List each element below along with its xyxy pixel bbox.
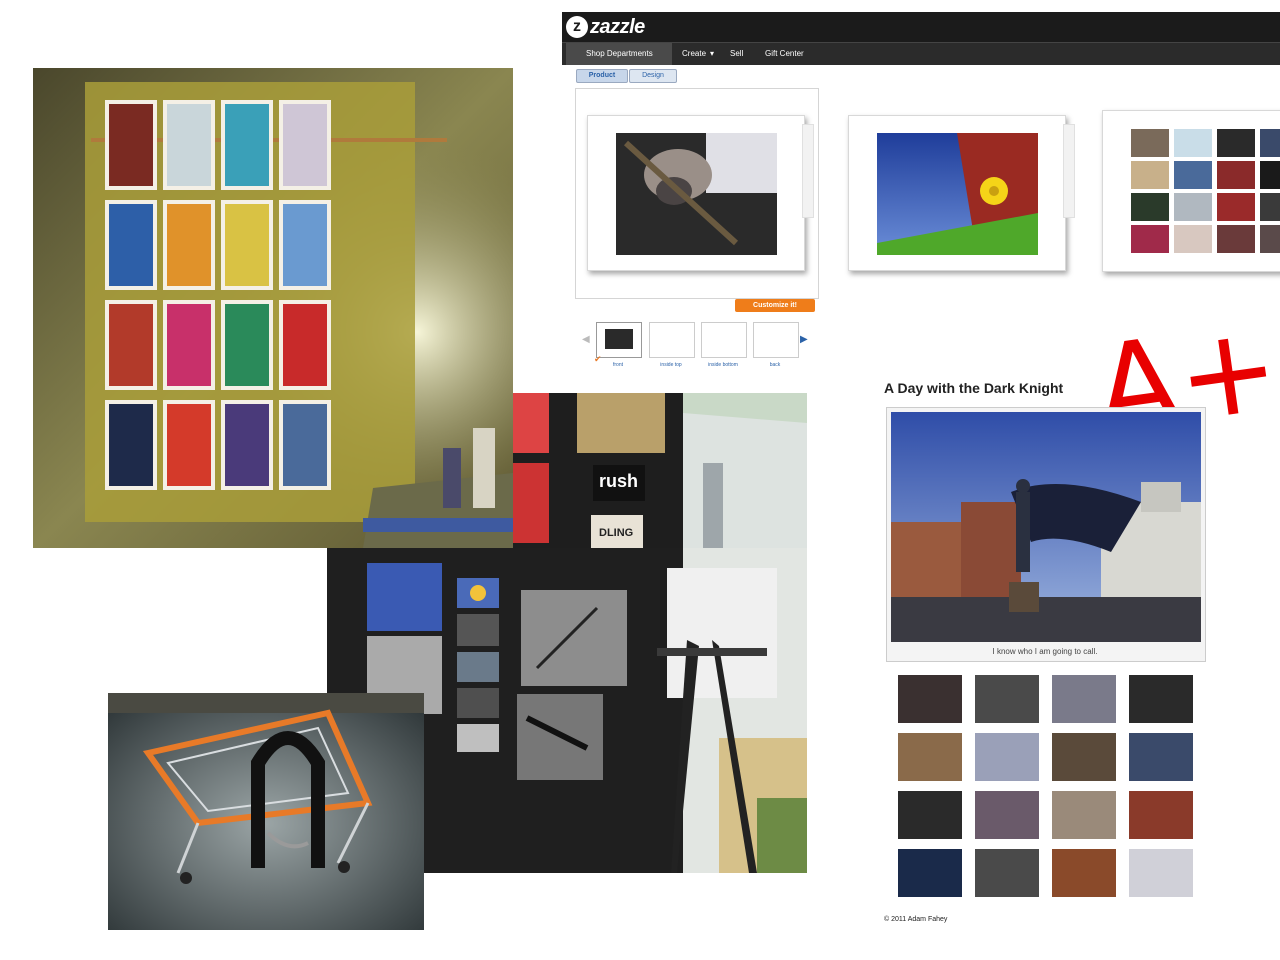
dark-knight-thumbnail[interactable] [898, 849, 962, 897]
framed-print-image [283, 304, 327, 386]
framed-print-image [167, 404, 211, 486]
dark-knight-thumbnail[interactable] [975, 791, 1039, 839]
copyright-notice: © 2011 Adam Fahey [884, 916, 948, 923]
letter-tile [1260, 161, 1280, 189]
dark-knight-thumbnail[interactable] [1052, 733, 1116, 781]
dark-knight-thumbnail[interactable] [1129, 849, 1193, 897]
letter-tile [1174, 161, 1212, 189]
framed-print-image [167, 104, 211, 186]
dark-knight-main-photo[interactable] [886, 407, 1206, 662]
letter-tile [1260, 129, 1280, 157]
shopping-cart-photo [108, 693, 424, 930]
card-flap [1063, 124, 1075, 218]
greeting-card-dog[interactable] [587, 115, 814, 271]
letter-tile [1260, 193, 1280, 221]
letter-tile [1217, 193, 1255, 221]
framed-print-image [109, 204, 153, 286]
dark-knight-thumbnail[interactable] [898, 791, 962, 839]
exhibit-board-photo: rush DLING [513, 393, 807, 550]
preview-label-inside-top: inside top [660, 362, 682, 368]
tab-product[interactable]: Product [576, 69, 628, 83]
dling-text: DLING [599, 527, 634, 539]
dark-knight-title: A Day with the Dark Knight [884, 380, 1064, 396]
preview-label-front: front [612, 362, 623, 368]
dark-knight-thumbnail[interactable] [975, 733, 1039, 781]
framed-print-image [283, 404, 327, 486]
dark-knight-thumbnail[interactable] [1129, 675, 1193, 723]
rush-print: rush [593, 465, 645, 501]
letter-tile [1131, 225, 1169, 253]
zazzle-header: z zazzle [562, 12, 1280, 42]
preview-thumb-inside-bottom[interactable] [701, 322, 747, 358]
nav-create[interactable]: Create [682, 43, 706, 65]
customize-button[interactable]: Customize it! [735, 299, 815, 312]
dark-knight-thumbnail[interactable] [898, 675, 962, 723]
framed-print-image [283, 204, 327, 286]
framed-print-image [109, 404, 153, 486]
dark-knight-thumbnail[interactable] [1129, 791, 1193, 839]
zazzle-nav-bar: Shop Departments Create ▾ Sell Gift Cent… [562, 42, 1280, 65]
nav-shop-departments[interactable]: Shop Departments [566, 43, 672, 65]
zazzle-logo[interactable]: z zazzle [566, 15, 645, 39]
dark-knight-thumbnail[interactable] [898, 733, 962, 781]
framed-print-image [225, 204, 269, 286]
gallery-wall-photo [33, 68, 513, 548]
dark-knight-thumbnail[interactable] [975, 675, 1039, 723]
dark-knight-thumbnail[interactable] [975, 849, 1039, 897]
framed-print-image [109, 304, 153, 386]
preview-thumb-back[interactable] [753, 322, 799, 358]
preview-label-back: back [769, 362, 781, 368]
greeting-card-letters[interactable] [1102, 110, 1280, 272]
framed-print-image [283, 104, 327, 186]
framed-print-image [225, 304, 269, 386]
zazzle-logo-icon: z [566, 16, 588, 38]
letter-tile [1131, 193, 1169, 221]
dark-knight-thumbnail[interactable] [1052, 849, 1116, 897]
letter-tile [1217, 161, 1255, 189]
rush-text: rush [599, 471, 639, 491]
dark-knight-caption: I know who I am going to call. [992, 647, 1098, 656]
letter-tile [1174, 129, 1212, 157]
letter-tile [1174, 193, 1212, 221]
framed-print-image [167, 204, 211, 286]
letter-tile [1217, 129, 1255, 157]
framed-print-image [225, 104, 269, 186]
tab-design[interactable]: Design [629, 69, 677, 83]
framed-print-image [109, 104, 153, 186]
preview-prev-arrow-icon[interactable]: ◀ [582, 334, 590, 345]
preview-thumb-inside-top[interactable] [649, 322, 695, 358]
greeting-card-flower[interactable] [848, 115, 1075, 271]
dling-print: DLING [591, 515, 643, 550]
letter-tile [1131, 129, 1169, 157]
letter-tile [1260, 225, 1280, 253]
letter-tile [1131, 161, 1169, 189]
card-flap [802, 124, 814, 218]
preview-next-arrow-icon[interactable]: ▶ [800, 334, 808, 345]
dark-knight-thumbnail[interactable] [1052, 791, 1116, 839]
framed-print-image [167, 304, 211, 386]
preview-thumb-front[interactable] [596, 322, 642, 358]
dark-knight-thumbnail[interactable] [1129, 733, 1193, 781]
framed-print-image [225, 404, 269, 486]
nav-create-chevron-icon: ▾ [710, 49, 715, 58]
nav-sell[interactable]: Sell [730, 43, 743, 65]
zazzle-logo-text: zazzle [590, 15, 645, 38]
nav-gift-center[interactable]: Gift Center [765, 43, 804, 65]
dark-knight-thumbnail[interactable] [1052, 675, 1116, 723]
preview-label-inside-bottom: inside bottom [708, 362, 738, 368]
letter-tile [1174, 225, 1212, 253]
letter-tile [1217, 225, 1255, 253]
